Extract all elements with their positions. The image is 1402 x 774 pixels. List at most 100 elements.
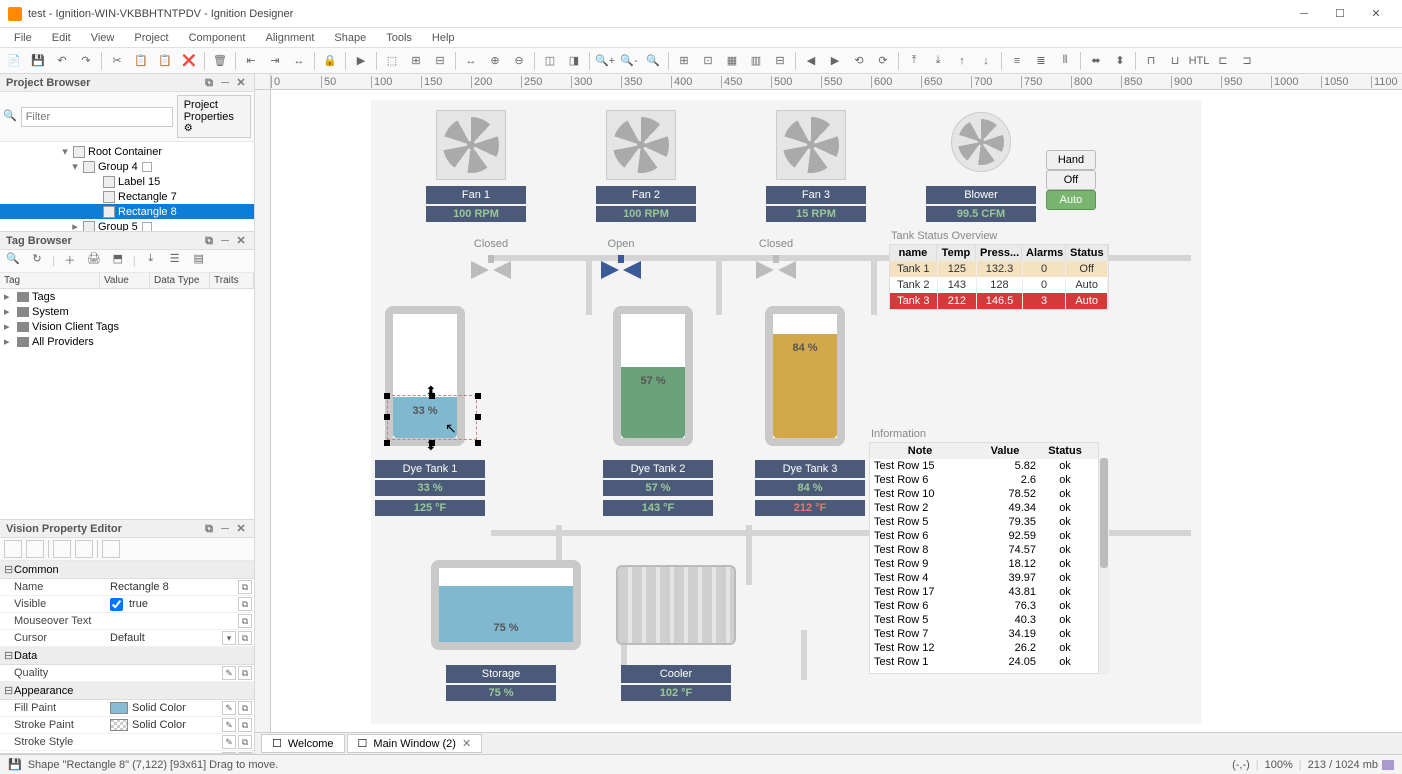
off-button[interactable]: Off <box>1046 170 1096 190</box>
maximize-button[interactable]: ☐ <box>1322 2 1358 26</box>
tag-item[interactable]: ▸All Providers <box>0 334 254 349</box>
toolbar-button[interactable]: 💾 <box>27 50 49 72</box>
panel-minimize-icon[interactable]: ─ <box>218 522 232 536</box>
tag-item[interactable]: ▸System <box>0 304 254 319</box>
bind-icon[interactable]: ⧉ <box>238 701 252 715</box>
panel-popout-icon[interactable]: ⧉ <box>202 522 216 536</box>
project-filter-input[interactable] <box>21 107 173 127</box>
toolbar-button[interactable]: ⊔ <box>1164 50 1186 72</box>
toolbar-button[interactable]: ⊕ <box>484 50 506 72</box>
toolbar-button[interactable]: ↑ <box>951 50 973 72</box>
prop-row[interactable]: Fill PaintSolid Color✎⧉ <box>0 700 254 717</box>
document-tab[interactable]: ☐Welcome <box>261 734 345 753</box>
prop-expand-icon[interactable] <box>53 540 71 558</box>
edit-icon[interactable]: ✎ <box>222 718 236 732</box>
toolbar-button[interactable]: ↔ <box>460 50 482 72</box>
design-canvas[interactable]: Fan 1100 RPMFan 2100 RPMFan 315 RPMBlowe… <box>271 90 1402 732</box>
toolbar-button[interactable]: ◫ <box>539 50 561 72</box>
toolbar-button[interactable]: ✂ <box>106 50 128 72</box>
prop-filter-icon[interactable] <box>102 540 120 558</box>
toolbar-button[interactable]: HTL <box>1188 50 1210 72</box>
toolbar-button[interactable]: ⬚ <box>381 50 403 72</box>
status-table[interactable]: nameTempPress...AlarmsStatusTank 1125132… <box>889 244 1109 310</box>
toolbar-button[interactable]: ⊏ <box>1212 50 1234 72</box>
menu-file[interactable]: File <box>4 30 42 46</box>
hand-button[interactable]: Hand <box>1046 150 1096 170</box>
prop-collapse-icon[interactable] <box>75 540 93 558</box>
toolbar-button[interactable]: ❌ <box>178 50 200 72</box>
bind-icon[interactable]: ⧉ <box>238 631 252 645</box>
toolbar-button[interactable]: ⊟ <box>769 50 791 72</box>
toolbar-button[interactable]: ⬍ <box>1109 50 1131 72</box>
bind-icon[interactable]: ⧉ <box>238 580 252 594</box>
toolbar-button[interactable]: 🔒 <box>319 50 341 72</box>
menu-project[interactable]: Project <box>124 30 178 46</box>
panel-close-icon[interactable]: ✕ <box>234 234 248 248</box>
toolbar-button[interactable]: ⟳ <box>872 50 894 72</box>
bind-icon[interactable]: ⧉ <box>238 614 252 628</box>
close-button[interactable]: ✕ <box>1358 2 1394 26</box>
toolbar-button[interactable]: ↷ <box>75 50 97 72</box>
toolbar-button[interactable]: ⤒ <box>903 50 925 72</box>
prop-row[interactable]: NameRectangle 8⧉ <box>0 579 254 596</box>
toolbar-button[interactable]: ⊟ <box>429 50 451 72</box>
project-tree[interactable]: ▾Root Container▾Group 4Label 15Rectangle… <box>0 142 254 231</box>
edit-icon[interactable]: ✎ <box>222 701 236 715</box>
toolbar-button[interactable]: ⊞ <box>405 50 427 72</box>
bind-icon[interactable]: ⧉ <box>238 718 252 732</box>
info-table[interactable]: NoteValueStatusTest Row 155.82okTest Row… <box>869 442 1099 674</box>
menu-help[interactable]: Help <box>422 30 465 46</box>
tag-import-icon[interactable]: ⬒ <box>109 252 127 270</box>
tag-tree-icon[interactable]: ☰ <box>166 252 184 270</box>
edit-icon[interactable]: ✎ <box>222 752 236 753</box>
prop-section[interactable]: ⊟Appearance <box>0 682 254 700</box>
toolbar-button[interactable]: ⟲ <box>848 50 870 72</box>
document-tab[interactable]: ☐Main Window (2)✕ <box>347 734 483 753</box>
selection-handle[interactable] <box>475 414 481 420</box>
toolbar-button[interactable]: 🗑 <box>209 50 231 72</box>
bind-icon[interactable]: ⧉ <box>238 752 252 753</box>
toolbar-button[interactable]: ↶ <box>51 50 73 72</box>
toolbar-button[interactable]: ⇤ <box>240 50 262 72</box>
panel-close-icon[interactable]: ✕ <box>234 522 248 536</box>
tab-close-icon[interactable]: ✕ <box>462 737 471 750</box>
toolbar-button[interactable]: ↓ <box>975 50 997 72</box>
toolbar-button[interactable]: 🔍+ <box>594 50 616 72</box>
tag-item[interactable]: ▸Tags <box>0 289 254 304</box>
prop-row[interactable]: Quality✎⧉ <box>0 665 254 682</box>
tree-item[interactable]: Rectangle 8 <box>0 204 254 219</box>
toolbar-button[interactable]: ⊞ <box>673 50 695 72</box>
toolbar-button[interactable]: ⊓ <box>1140 50 1162 72</box>
prop-row[interactable]: Styles✎⧉ <box>0 751 254 753</box>
prop-section[interactable]: ⊟Data <box>0 647 254 665</box>
auto-button[interactable]: Auto <box>1046 190 1096 210</box>
menu-alignment[interactable]: Alignment <box>255 30 324 46</box>
toolbar-button[interactable]: ≡ <box>1006 50 1028 72</box>
toolbar-button[interactable]: ▦ <box>721 50 743 72</box>
menu-component[interactable]: Component <box>179 30 256 46</box>
panel-minimize-icon[interactable]: ─ <box>218 234 232 248</box>
toolbar-button[interactable]: ◨ <box>563 50 585 72</box>
dropdown-icon[interactable]: ▾ <box>222 631 236 645</box>
toolbar-button[interactable]: ⊖ <box>508 50 530 72</box>
prop-row[interactable]: Stroke PaintSolid Color✎⧉ <box>0 717 254 734</box>
menu-edit[interactable]: Edit <box>42 30 81 46</box>
bind-icon[interactable]: ⧉ <box>238 735 252 749</box>
color-swatch[interactable] <box>110 702 128 714</box>
toolbar-button[interactable]: ▶ <box>350 50 372 72</box>
menu-tools[interactable]: Tools <box>376 30 422 46</box>
prop-row[interactable]: Visibletrue⧉ <box>0 596 254 613</box>
tag-list-icon[interactable]: ▤ <box>190 252 208 270</box>
info-scrollbar[interactable] <box>1099 458 1109 674</box>
tag-export-icon[interactable]: ⤓ <box>142 252 160 270</box>
panel-popout-icon[interactable]: ⧉ <box>202 234 216 248</box>
toolbar-button[interactable]: ⤓ <box>927 50 949 72</box>
tag-folder-icon[interactable]: 🖨 <box>85 252 103 270</box>
minimize-button[interactable]: ─ <box>1286 2 1322 26</box>
selection-handle[interactable] <box>384 414 390 420</box>
toolbar-button[interactable]: ≣ <box>1030 50 1052 72</box>
toolbar-button[interactable]: ⇥ <box>264 50 286 72</box>
prop-row[interactable]: CursorDefault▾⧉ <box>0 630 254 647</box>
tree-item[interactable]: ▾Root Container <box>0 144 254 159</box>
prop-row[interactable]: Stroke Style✎⧉ <box>0 734 254 751</box>
